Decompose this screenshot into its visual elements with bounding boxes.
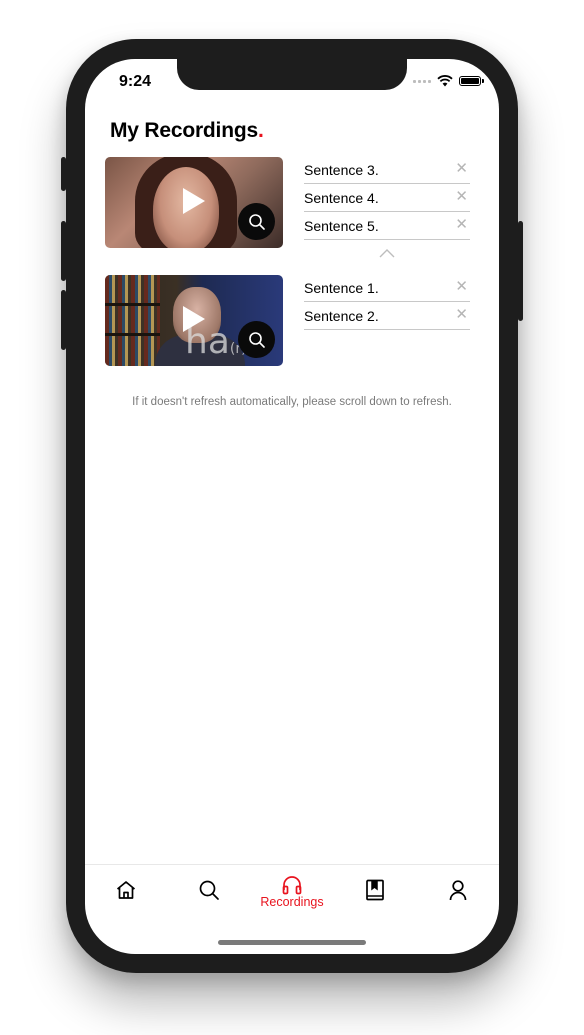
search-icon [199,880,219,900]
mute-switch [61,157,66,191]
sentence-label: Sentence 2. [304,308,379,324]
tab-bar: Recordings [85,864,499,920]
tab-search[interactable] [168,865,250,920]
screen: 9:24 My Recordings. Sentence 3. ✕ Senten… [85,59,499,954]
person-icon [449,880,467,901]
signal-icon [413,79,431,83]
sentence-row[interactable]: Sentence 1. ✕ [304,275,470,302]
sentence-list: Sentence 1. ✕ Sentence 2. ✕ [304,275,470,331]
tab-home[interactable] [85,865,167,920]
bookmark-book-icon [366,879,384,901]
search-icon [248,331,265,348]
title-dot: . [257,119,264,142]
remove-icon[interactable]: ✕ [455,305,468,323]
sentence-row[interactable]: Sentence 3. ✕ [304,157,470,184]
sentence-row[interactable]: Sentence 5. ✕ [304,213,470,240]
recording-thumbnail[interactable] [105,157,283,248]
power-button [518,221,523,321]
battery-icon [459,76,484,86]
volume-down-button [61,290,66,350]
sentence-label: Sentence 3. [304,162,379,178]
home-indicator[interactable] [218,940,366,945]
volume-up-button [61,221,66,281]
status-icons [413,75,484,87]
zoom-button[interactable] [238,321,275,358]
play-icon[interactable] [183,188,205,214]
tab-profile[interactable] [417,865,499,920]
tab-recordings[interactable]: Recordings [251,865,333,920]
sentence-label: Sentence 5. [304,218,379,234]
refresh-hint: If it doesn't refresh automatically, ple… [132,396,452,408]
page-title: My Recordings. [110,119,264,142]
sentence-row[interactable]: Sentence 4. ✕ [304,185,470,212]
remove-icon[interactable]: ✕ [455,187,468,205]
notch [177,59,407,90]
sentence-row[interactable]: Sentence 2. ✕ [304,303,470,330]
recording-thumbnail[interactable]: ha(r) [105,275,283,366]
sentence-label: Sentence 1. [304,280,379,296]
zoom-button[interactable] [238,203,275,240]
headphones-icon [282,876,302,895]
sentence-label: Sentence 4. [304,190,379,206]
status-time: 9:24 [119,73,152,90]
tab-recordings-label: Recordings [260,895,324,909]
home-icon [116,881,136,899]
wifi-icon [437,75,453,87]
remove-icon[interactable]: ✕ [455,215,468,233]
tab-library[interactable] [334,865,416,920]
remove-icon[interactable]: ✕ [455,159,468,177]
search-icon [248,213,265,230]
phone-frame: 9:24 My Recordings. Sentence 3. ✕ Senten… [61,39,523,973]
collapse-chevron-up-icon[interactable] [379,249,395,258]
play-icon[interactable] [183,306,205,332]
sentence-list: Sentence 3. ✕ Sentence 4. ✕ Sentence 5. … [304,157,470,241]
remove-icon[interactable]: ✕ [455,277,468,295]
